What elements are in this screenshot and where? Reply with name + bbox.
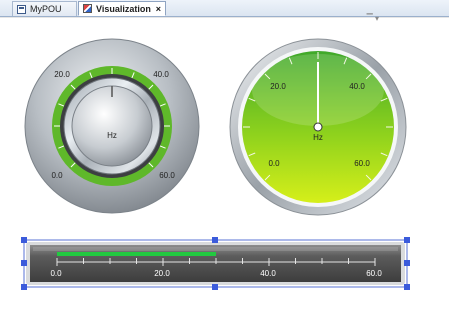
bar-label-60: 60.0 — [366, 269, 382, 278]
knob-label-60: 60.0 — [159, 171, 175, 180]
resize-handle-bottom-left[interactable] — [21, 284, 27, 290]
knob-gauge[interactable]: Hz 20.0 40.0 0.0 60.0 — [24, 38, 200, 214]
knob-cap[interactable] — [71, 85, 153, 167]
meter-label-20: 20.0 — [270, 82, 286, 91]
bar-label-40: 40.0 — [260, 269, 276, 278]
bar-fill — [57, 252, 216, 256]
resize-handle-top-left[interactable] — [21, 237, 27, 243]
visualization-canvas: Hz 20.0 40.0 0.0 60.0 20.0 40.0 0.0 60.0… — [21, 38, 410, 290]
knob-label-20: 20.0 — [54, 70, 70, 79]
resize-handle-top-center[interactable] — [212, 237, 218, 243]
resize-handle-bottom-center[interactable] — [212, 284, 218, 290]
meter-label-60: 60.0 — [354, 159, 370, 168]
meter-hub — [313, 122, 323, 132]
meter-unit: Hz — [313, 133, 323, 142]
knob-unit: Hz — [107, 131, 117, 140]
meter-gauge: 20.0 40.0 0.0 60.0 Hz — [229, 38, 407, 216]
meter-label-0: 0.0 — [268, 159, 280, 168]
bar-display[interactable]: 0.0 20.0 40.0 60.0 — [21, 237, 410, 290]
bar-label-20: 20.0 — [154, 269, 170, 278]
meter-label-40: 40.0 — [349, 82, 365, 91]
resize-handle-middle-left[interactable] — [21, 260, 27, 266]
resize-handle-top-right[interactable] — [404, 237, 410, 243]
knob-label-40: 40.0 — [153, 70, 169, 79]
resize-handle-bottom-right[interactable] — [404, 284, 410, 290]
bar-label-0: 0.0 — [50, 269, 62, 278]
knob-label-0: 0.0 — [51, 171, 63, 180]
resize-handle-middle-right[interactable] — [404, 260, 410, 266]
